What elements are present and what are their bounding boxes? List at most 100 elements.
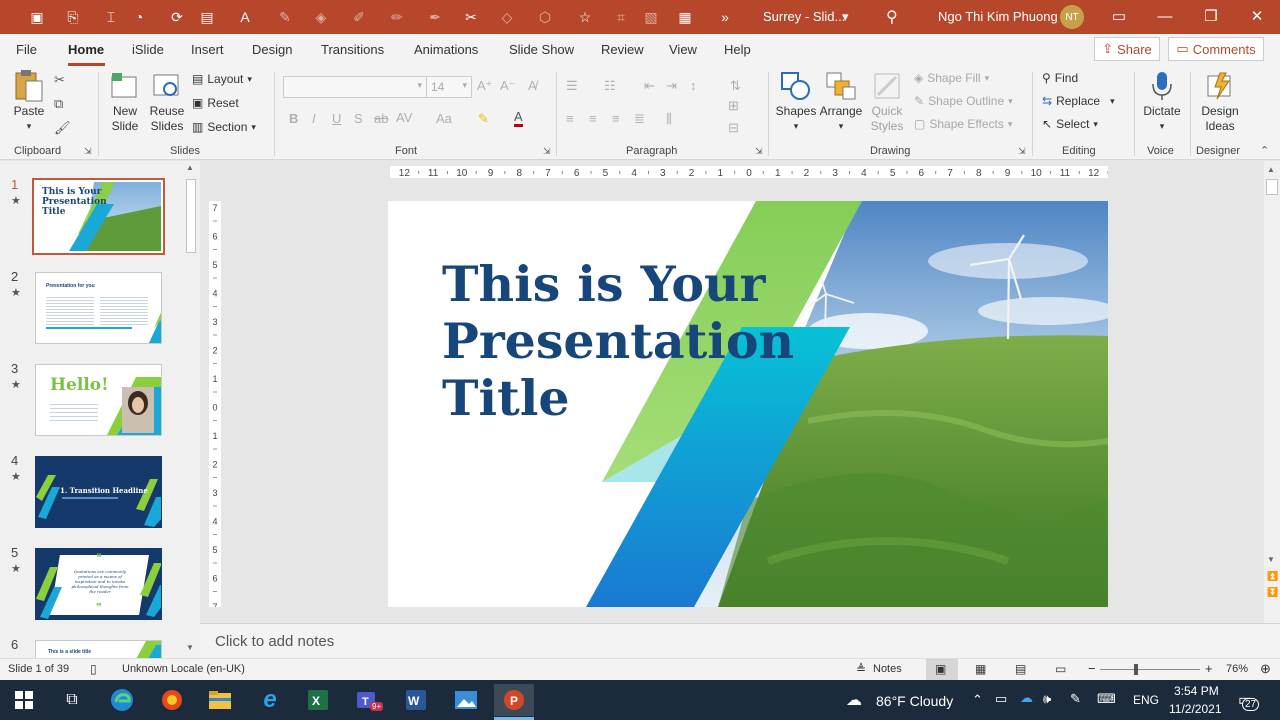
previous-slide-icon[interactable]: ⏫ [1267, 571, 1278, 582]
chevron-up-icon[interactable]: ⌃ [972, 692, 983, 708]
notes-pane[interactable]: Click to add notes [200, 623, 1280, 658]
align-text-icon[interactable]: ⊞ [728, 98, 739, 114]
restore-icon[interactable]: ❐ [1196, 5, 1226, 27]
zoom-slider-track[interactable] [1100, 669, 1200, 670]
quick-styles-button[interactable]: Quick Styles [866, 70, 908, 134]
scroll-down-icon[interactable]: ▼ [186, 643, 194, 652]
dialog-launcher-icon[interactable]: ⇲ [755, 146, 763, 157]
copy-icon[interactable]: ⧉ [54, 96, 63, 112]
tab-view[interactable]: View [669, 42, 697, 57]
shapes-button[interactable]: Shapes ▾ [776, 70, 816, 134]
slide-thumbnail-4[interactable]: 1. Transition Headline [35, 456, 162, 528]
keyboard-icon[interactable]: ⌨ [1097, 691, 1116, 707]
chevron-down-icon[interactable]: ▾ [842, 9, 849, 25]
tab-help[interactable]: Help [724, 42, 751, 57]
find-button[interactable]: ⚲ Find [1042, 71, 1078, 85]
photos-icon[interactable] [446, 684, 486, 716]
clear-format-icon[interactable]: A̸ [528, 78, 537, 93]
tab-home[interactable]: Home [68, 42, 104, 57]
columns-icon[interactable]: ⫼ [666, 111, 672, 127]
powerpoint-icon[interactable]: P [494, 684, 534, 716]
char-spacing-icon[interactable]: AV [396, 110, 412, 125]
user-name[interactable]: Ngo Thi Kim Phuong [938, 9, 1058, 24]
arrange-button[interactable]: Arrange ▾ [818, 70, 864, 134]
slide-canvas[interactable]: This is Your Presentation Title [388, 201, 1108, 607]
normal-view-icon[interactable]: ▣ [935, 662, 946, 676]
decrease-indent-icon[interactable]: ⇤ [644, 78, 655, 94]
fit-slide-icon[interactable]: ⊕ [1260, 661, 1271, 677]
shrink-font-icon[interactable]: A⁻ [500, 78, 516, 94]
slide-title-line[interactable]: Presentation [442, 313, 794, 370]
editor-scrollbar[interactable]: ▲ ▼ ⏫ ⏬ [1264, 161, 1280, 623]
eyedropper-icon[interactable]: ✐ [350, 8, 368, 26]
fill-icon[interactable]: ◈ [312, 8, 330, 26]
format-painter-icon[interactable]: 🖌 [54, 120, 71, 136]
pdf-icon[interactable]: ⎘ [64, 8, 82, 26]
align-left-icon[interactable]: ≡ [566, 111, 574, 126]
slide-thumbnail-2[interactable]: Presentation for you [35, 272, 162, 344]
excel-icon[interactable]: X [298, 684, 338, 716]
notes-toggle[interactable]: Notes [873, 663, 902, 675]
align-right-icon[interactable]: ≡ [612, 111, 620, 126]
next-slide-icon[interactable]: ⏬ [1267, 587, 1278, 598]
tab-insert[interactable]: Insert [191, 42, 224, 57]
weather-cloud-icon[interactable]: ☁ [846, 690, 862, 710]
grow-font-icon[interactable]: A⁺ [477, 78, 493, 94]
arrange-icon[interactable]: ◇ [498, 8, 516, 26]
close-icon[interactable]: ✕ [1242, 5, 1272, 27]
notes-icon[interactable]: ≜ [856, 662, 866, 676]
smartart-icon[interactable]: ⊟ [728, 120, 739, 136]
image-icon[interactable]: ▧ [642, 8, 660, 26]
onedrive-icon[interactable]: ☁ [1020, 690, 1033, 706]
slideshow-icon[interactable]: ▭ [1055, 662, 1066, 676]
tab-animations[interactable]: Animations [414, 42, 478, 57]
comments-button[interactable]: ▭ Comments [1168, 37, 1264, 61]
font-color-icon[interactable]: A [236, 8, 254, 26]
pen-icon[interactable]: ✎ [276, 8, 294, 26]
font-color-icon[interactable]: A [514, 110, 523, 127]
slide-thumbnail-3[interactable]: Hello! [35, 364, 162, 436]
pen-icon[interactable]: ✎ [1070, 691, 1081, 707]
crop-icon[interactable]: ⌗ [612, 8, 630, 26]
layout-button[interactable]: ▤ Layout ▾ [192, 72, 252, 86]
increase-indent-icon[interactable]: ⇥ [666, 78, 677, 94]
notes-placeholder[interactable]: Click to add notes [215, 633, 334, 650]
shape-fill-button[interactable]: ◈ Shape Fill ▾ [914, 71, 989, 85]
shape-outline-button[interactable]: ✎ Shape Outline ▾ [914, 94, 1013, 108]
new-slide-button[interactable]: New Slide [106, 70, 144, 134]
scrollbar-thumb[interactable] [186, 179, 196, 253]
star-icon[interactable]: ☆ [576, 8, 594, 26]
slide-title-line[interactable]: This is Your [442, 256, 765, 313]
font-size-combo[interactable]: 14 ▾ [426, 76, 472, 98]
outline-icon[interactable]: ✏ [388, 8, 406, 26]
font-name-combo[interactable]: ▾ [283, 76, 427, 98]
slide-thumbnail-5[interactable]: ❝ Quotations are commonly printed as a m… [35, 548, 162, 620]
avatar[interactable]: NT [1060, 5, 1084, 29]
tab-slideshow[interactable]: Slide Show [509, 42, 574, 57]
language-status[interactable]: Unknown Locale (en-UK) [122, 663, 245, 675]
input-language[interactable]: ENG [1133, 693, 1159, 707]
weather-status[interactable]: 86°F Cloudy [876, 693, 953, 709]
shape-icon[interactable]: ◔ [130, 8, 148, 26]
volume-icon[interactable]: 🕪 [1043, 691, 1051, 707]
select-button[interactable]: ↖ Select ▾ [1042, 117, 1098, 131]
cut-icon[interactable]: ✂ [54, 72, 65, 88]
search-icon[interactable]: ⚲ [886, 7, 898, 27]
file-explorer-icon[interactable] [200, 684, 240, 716]
text-direction-icon[interactable]: ⇅ [730, 78, 741, 94]
thumbnail-scrollbar[interactable]: ▲ ▼ [184, 161, 198, 658]
scrollbar-thumb[interactable] [1266, 179, 1278, 195]
strikethrough-icon[interactable]: ab [374, 111, 388, 126]
highlight-icon[interactable]: ✎ [478, 111, 489, 127]
textbox-icon[interactable]: ⌶ [102, 8, 120, 26]
reset-button[interactable]: ▣ Reset [192, 96, 239, 110]
scroll-up-icon[interactable]: ▲ [186, 163, 194, 172]
zoom-level[interactable]: 76% [1226, 663, 1248, 675]
sync-icon[interactable]: ⟳ [168, 8, 186, 26]
app-icon[interactable] [152, 684, 192, 716]
zoom-in-icon[interactable]: + [1205, 661, 1213, 676]
task-view-icon[interactable]: ⧉ [52, 684, 92, 716]
design-ideas-button[interactable]: Design Ideas [1198, 70, 1242, 134]
align-center-icon[interactable]: ≡ [589, 111, 597, 126]
change-case-icon[interactable]: Aa [436, 111, 452, 126]
